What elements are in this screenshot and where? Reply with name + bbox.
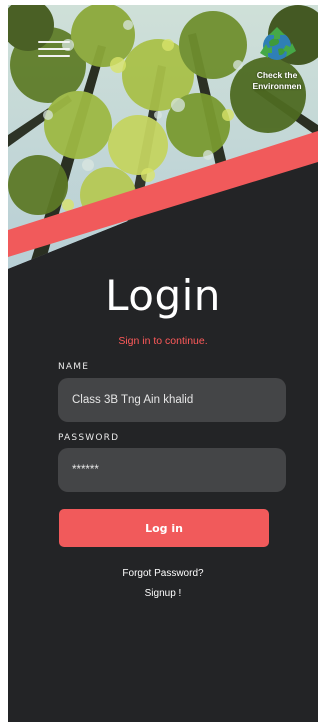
app-screen: Check the Environmen Login Sign in to co… — [8, 5, 318, 722]
brand: Check the Environmen — [242, 25, 312, 92]
page-title: Login — [105, 271, 221, 320]
subtitle: Sign in to continue. — [118, 335, 208, 347]
hamburger-menu-icon[interactable] — [38, 39, 70, 59]
signup-link[interactable]: Signup ! — [8, 588, 318, 599]
password-input[interactable] — [58, 448, 286, 492]
hero-image: Check the Environmen — [8, 5, 318, 270]
forgot-password-link[interactable]: Forgot Password? — [8, 568, 318, 579]
brand-name: Check the Environmen — [252, 70, 302, 91]
recycle-globe-icon — [260, 27, 296, 60]
name-label: NAME — [58, 362, 90, 372]
login-button[interactable]: Log in — [59, 509, 269, 547]
password-label: PASSWORD — [58, 433, 120, 443]
name-input[interactable] — [58, 378, 286, 422]
